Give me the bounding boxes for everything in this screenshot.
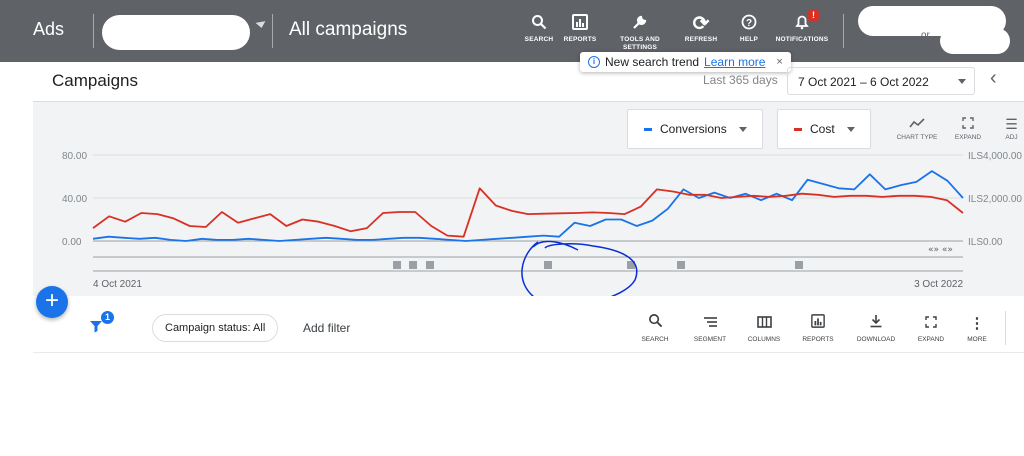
chart-series <box>92 170 964 242</box>
x-axis-start-label: 4 Oct 2021 <box>93 279 142 290</box>
notification-badge: ! <box>807 9 820 22</box>
y-axis-right-tick-label: ILS2,000.00 <box>968 194 1022 205</box>
date-range-picker[interactable]: 7 Oct 2021 – 6 Oct 2022 <box>787 67 975 95</box>
header-tools-button[interactable]: TOOLS AND SETTINGS <box>610 12 670 52</box>
divider <box>843 14 844 48</box>
table-filter-bar: 1 Campaign status: All Add filter SEARCH… <box>33 303 1024 353</box>
divider <box>1005 311 1006 345</box>
performance-chart-panel: Conversions Cost CHART TYPE EXPAND ☰ ADJ… <box>33 102 1024 296</box>
page-header: Campaigns Last 365 days 7 Oct 2021 – 6 O… <box>33 62 1024 102</box>
filter-count-badge: 1 <box>101 311 114 324</box>
segment-icon <box>682 313 738 335</box>
y-axis-right-tick-label: ILS0.00 <box>968 237 1003 248</box>
table-segment-button[interactable]: SEGMENT <box>682 313 738 345</box>
zoom-arrows-icon: «» «» <box>928 245 953 255</box>
divider <box>93 14 94 48</box>
annotation-marker <box>409 261 417 269</box>
performance-line-chart: 80.00 ILS4,000.00 40.00 ILS2,000.00 0.00 ILS0… <box>62 151 1022 296</box>
download-icon <box>848 313 904 335</box>
search-icon <box>627 313 683 335</box>
chart-timeline: 4 Oct 2021 3 Oct 2022 <box>93 256 963 290</box>
chart-grid <box>93 154 963 242</box>
date-range-label: Last 365 days <box>703 73 778 87</box>
page-title: Campaigns <box>52 71 138 90</box>
date-range-value: 7 Oct 2021 – 6 Oct 2022 <box>798 75 929 89</box>
app-name[interactable]: Ads <box>33 19 64 40</box>
view-title[interactable]: All campaigns <box>289 19 407 41</box>
table-columns-button[interactable]: COLUMNS <box>736 313 792 345</box>
annotation-marker <box>544 261 552 269</box>
chevron-down-icon <box>958 79 966 84</box>
bell-icon <box>772 12 832 36</box>
table-more-button[interactable]: ⋮ MORE <box>949 313 1005 345</box>
header-help-button[interactable]: ? HELP <box>719 12 779 44</box>
annotation-marker <box>795 261 803 269</box>
header-reports-button[interactable]: REPORTS <box>550 12 610 44</box>
account-selector-redacted[interactable] <box>102 15 250 50</box>
columns-icon <box>736 313 792 335</box>
series-line-conversions <box>92 170 964 242</box>
y-axis-left-tick-label: 0.00 <box>62 237 82 248</box>
user-account-redacted[interactable] <box>940 28 1010 54</box>
annotation-marker <box>677 261 685 269</box>
table-download-button[interactable]: DOWNLOAD <box>848 313 904 345</box>
hand-drawn-circle-annotation <box>521 240 638 296</box>
filter-icon[interactable] <box>89 319 103 337</box>
back-chevron-icon[interactable]: ‹ <box>990 67 997 90</box>
header-notifications-button[interactable]: ! NOTIFICATIONS <box>772 9 832 44</box>
y-axis-left-tick-label: 80.00 <box>62 151 87 162</box>
campaign-status-filter-chip[interactable]: Campaign status: All <box>152 314 279 342</box>
chevron-down-icon[interactable] <box>255 21 267 29</box>
y-axis-left-tick-label: 40.00 <box>62 194 87 205</box>
table-reports-button[interactable]: REPORTS <box>790 313 846 345</box>
annotation-marker <box>426 261 434 269</box>
reports-icon <box>790 313 846 335</box>
top-app-bar: Ads All campaigns SEARCH REPORTS TOOLS A… <box>0 0 1024 62</box>
annotation-marker <box>393 261 401 269</box>
reports-icon <box>550 12 610 36</box>
table-search-button[interactable]: SEARCH <box>627 313 683 345</box>
add-filter-button[interactable]: Add filter <box>303 321 350 335</box>
x-axis-end-label: 3 Oct 2022 <box>914 279 963 290</box>
help-icon: ? <box>719 12 779 36</box>
user-id-fragment: or <box>921 30 930 41</box>
wrench-icon <box>610 12 670 36</box>
series-line-cost <box>92 187 964 238</box>
divider <box>272 14 273 48</box>
svg-text:?: ? <box>746 18 752 29</box>
more-icon: ⋮ <box>969 315 985 332</box>
y-axis-right-tick-label: ILS4,000.00 <box>968 151 1022 162</box>
